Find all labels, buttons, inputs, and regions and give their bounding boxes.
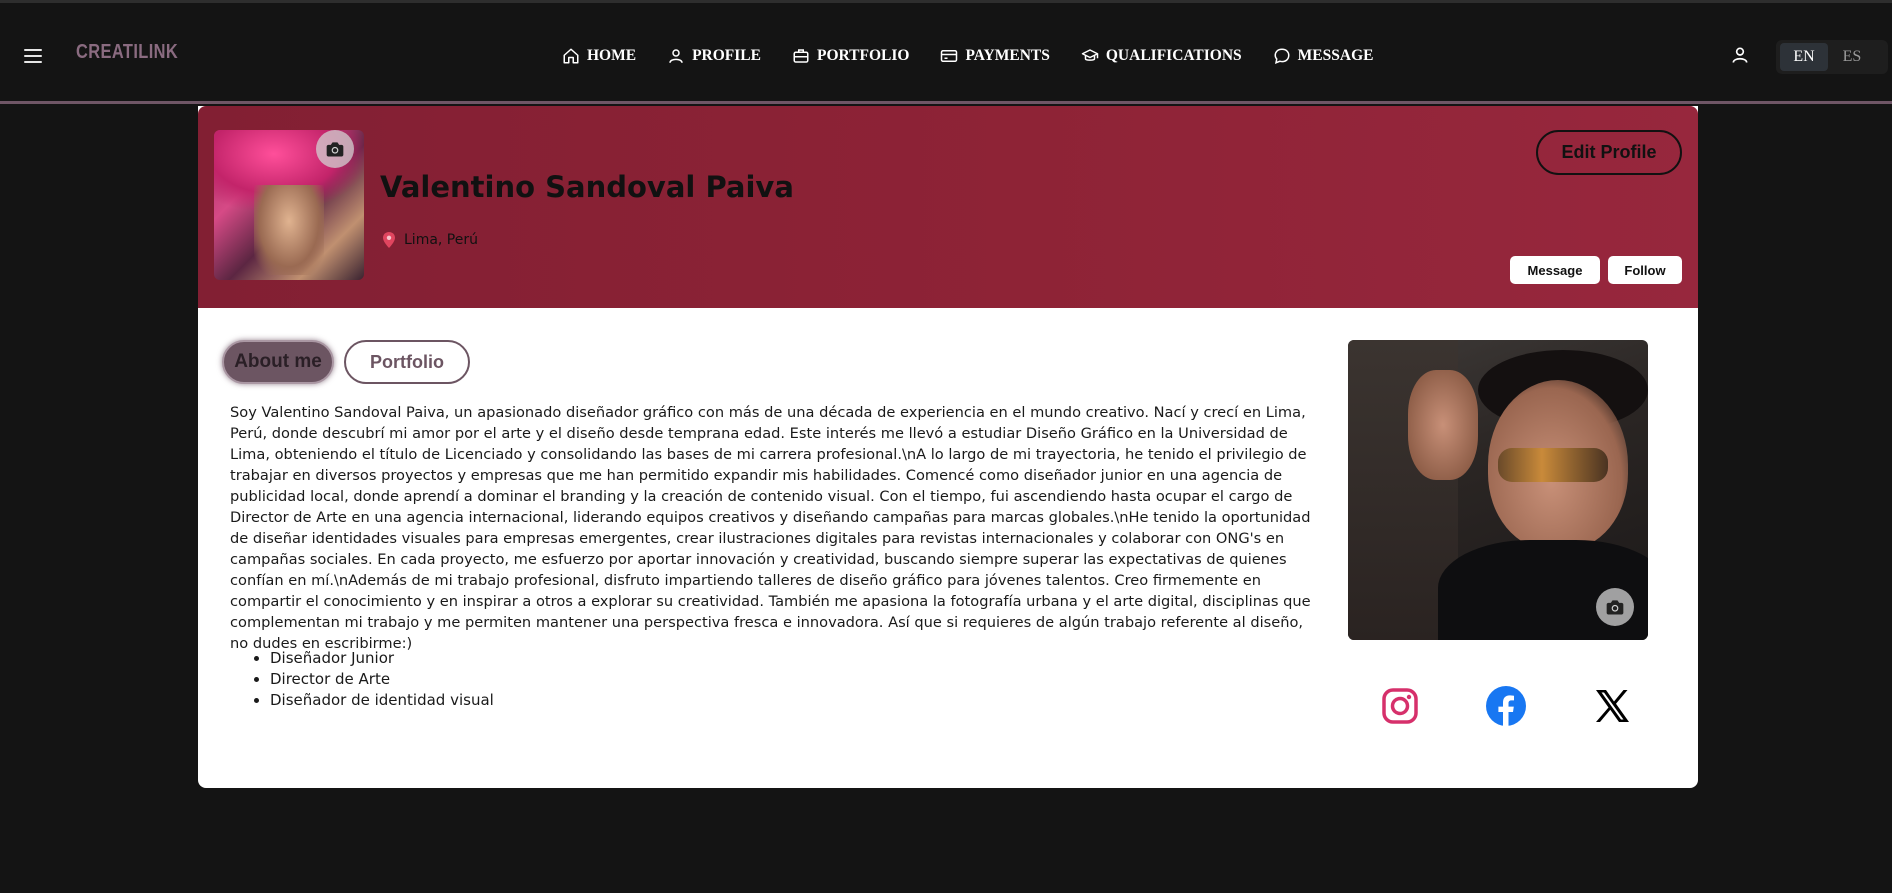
nav-item-portfolio[interactable]: PORTFOLIO — [792, 44, 909, 68]
avatar — [214, 130, 364, 280]
roles-list: Diseñador Junior Director de Arte Diseña… — [270, 648, 494, 711]
list-item: Director de Arte — [270, 669, 494, 690]
nav-label: PROFILE — [692, 47, 761, 64]
language-es-button[interactable]: ES — [1828, 43, 1876, 71]
nav-label: HOME — [587, 47, 637, 64]
nav-item-message[interactable]: MESSAGE — [1273, 44, 1374, 68]
edit-profile-button[interactable]: Edit Profile — [1536, 130, 1682, 175]
user-icon — [669, 49, 683, 63]
tab-portfolio[interactable]: Portfolio — [344, 340, 470, 384]
change-avatar-button[interactable] — [316, 130, 354, 168]
instagram-link[interactable] — [1380, 686, 1420, 726]
nav-item-qualifications[interactable]: QUALIFICATIONS — [1081, 44, 1242, 68]
profile-tabs: About me Portfolio — [222, 340, 470, 384]
list-item: Diseñador Junior — [270, 648, 494, 669]
chat-icon — [1274, 48, 1290, 64]
top-navbar: CREATILINK HOME PROFILE PORTFOLIO PAYMEN… — [0, 0, 1892, 104]
change-photo-button[interactable] — [1596, 588, 1634, 626]
graduation-cap-icon — [1081, 49, 1099, 61]
home-icon — [563, 48, 579, 64]
nav-label: QUALIFICATIONS — [1105, 47, 1242, 64]
nav-item-payments[interactable]: PAYMENTS — [940, 44, 1050, 68]
x-link[interactable] — [1592, 686, 1632, 726]
nav-label: PAYMENTS — [965, 47, 1050, 64]
nav-label: MESSAGE — [1297, 47, 1374, 64]
hamburger-menu-icon[interactable] — [24, 49, 42, 63]
location-pin-icon — [383, 232, 395, 248]
list-item: Diseñador de identidad visual — [270, 690, 494, 711]
account-button[interactable] — [1730, 45, 1750, 67]
nav-item-profile[interactable]: PROFILE — [667, 44, 761, 68]
follow-button[interactable]: Follow — [1608, 256, 1682, 284]
nav-label: PORTFOLIO — [817, 47, 910, 64]
profile-banner: Valentino Sandoval Paiva Lima, Perú Edit… — [198, 106, 1698, 308]
camera-icon — [326, 142, 344, 157]
nav-item-home[interactable]: HOME — [562, 44, 636, 68]
user-icon — [1732, 47, 1748, 63]
profile-name: Valentino Sandoval Paiva — [380, 170, 794, 204]
facebook-link[interactable] — [1486, 686, 1526, 726]
facebook-icon — [1486, 686, 1526, 726]
briefcase-icon — [793, 49, 809, 63]
app-logo[interactable]: CREATILINK — [76, 41, 178, 64]
language-switcher: EN ES — [1776, 40, 1888, 74]
language-en-button[interactable]: EN — [1780, 43, 1828, 71]
camera-icon — [1606, 600, 1624, 615]
about-text: Soy Valentino Sandoval Paiva, un apasion… — [230, 404, 1311, 652]
profile-location: Lima, Perú — [382, 232, 478, 248]
message-button[interactable]: Message — [1510, 256, 1600, 284]
main-nav: HOME PROFILE PORTFOLIO PAYMENTS QUALIFIC… — [562, 44, 1404, 68]
tab-about-me[interactable]: About me — [222, 340, 334, 384]
profile-photo — [1348, 340, 1648, 640]
x-icon — [1596, 690, 1629, 722]
credit-card-icon — [941, 50, 958, 62]
instagram-icon — [1382, 688, 1418, 724]
location-text: Lima, Perú — [404, 232, 478, 248]
profile-card: Valentino Sandoval Paiva Lima, Perú Edit… — [198, 106, 1698, 788]
